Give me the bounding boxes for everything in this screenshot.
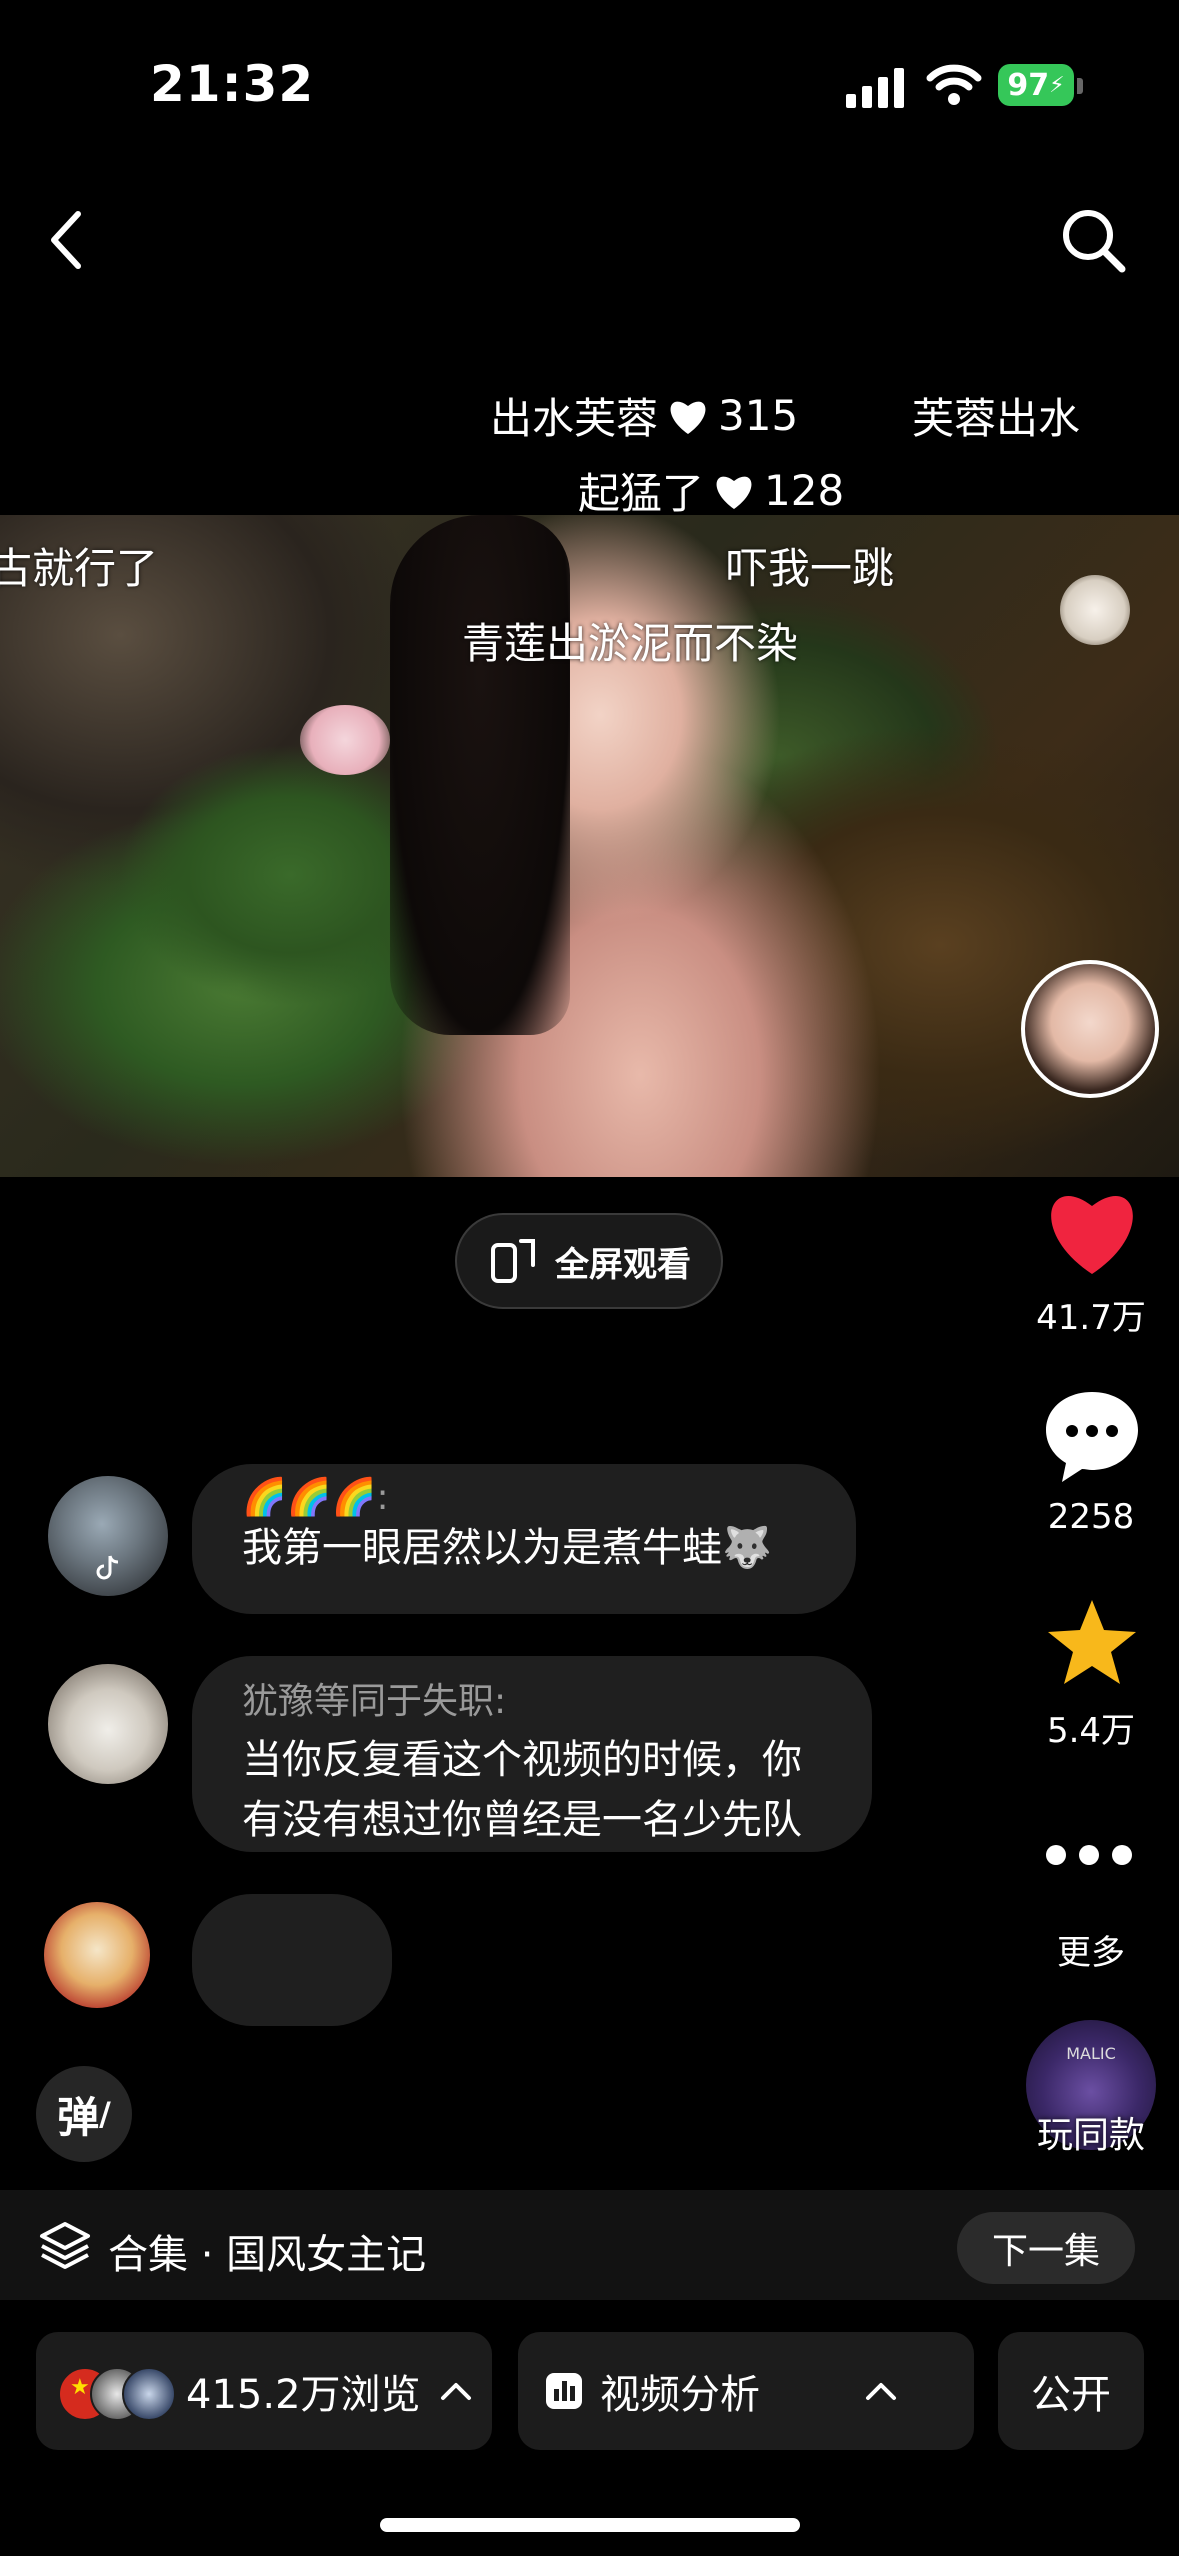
- comment-text-line: 有没有想过你曾经是一名少先队: [242, 1797, 802, 1843]
- danmaku-likes: 128: [764, 466, 845, 515]
- views-button[interactable]: ★ 415.2万浏览: [36, 2332, 492, 2450]
- like-count: 41.7万: [1036, 1298, 1146, 1338]
- comment-bubble-placeholder: [192, 1894, 392, 2026]
- like-heart-icon[interactable]: [1042, 1186, 1142, 1276]
- battery-level: 97: [1007, 67, 1050, 103]
- viewer-avatars: ★: [58, 2363, 178, 2421]
- charging-bolt-icon: ⚡: [1049, 72, 1065, 98]
- danmaku-toggle-button[interactable]: 弹 /: [36, 2066, 132, 2162]
- fullscreen-label: 全屏观看: [555, 1244, 691, 1285]
- battery-nub: [1077, 78, 1083, 94]
- danmaku-text: 芙蓉出水: [912, 394, 1081, 443]
- analysis-label: 视频分析: [600, 2372, 760, 2418]
- next-episode-button[interactable]: 下一集: [957, 2212, 1135, 2284]
- danmaku-item: 芙蓉出水: [912, 385, 1080, 446]
- wifi-icon: [926, 64, 982, 105]
- favorite-star-icon[interactable]: [1044, 1596, 1140, 1688]
- danmaku-text: 古就行了: [0, 544, 159, 593]
- danmaku-text: 青莲出淤泥而不染: [462, 619, 799, 668]
- bar-chart-icon: [546, 2373, 582, 2409]
- heart-icon: [670, 401, 706, 434]
- video-lotus: [1060, 575, 1130, 645]
- danmaku-item: 吓我一跳: [726, 535, 894, 596]
- comment-avatar[interactable]: [48, 1476, 168, 1596]
- more-dots-icon[interactable]: [1044, 1840, 1134, 1870]
- visibility-button[interactable]: 公开: [998, 2332, 1144, 2450]
- chevron-up-icon: [866, 2383, 896, 2400]
- danmaku-item: 出水芙蓉 315: [490, 385, 798, 446]
- comment-text: 我第一眼居然以为是煮牛蛙🐺: [242, 1525, 772, 1571]
- cellular-signal-icon: [846, 68, 904, 108]
- home-indicator[interactable]: [380, 2518, 800, 2532]
- status-time: 21:32: [150, 55, 315, 113]
- template-badge: MALIC: [1066, 2044, 1116, 2063]
- danmaku-text: 出水芙蓉: [490, 394, 659, 443]
- danmaku-item: 古就行了: [0, 535, 158, 596]
- back-chevron-icon[interactable]: [46, 210, 86, 270]
- video-analysis-button[interactable]: 视频分析: [518, 2332, 974, 2450]
- next-episode-label: 下一集: [991, 2231, 1100, 2272]
- more-label[interactable]: 更多: [1016, 1925, 1166, 1974]
- fullscreen-button[interactable]: 全屏观看: [455, 1213, 723, 1309]
- creator-avatar[interactable]: [1021, 960, 1159, 1098]
- video-flower: [300, 705, 390, 775]
- search-icon[interactable]: [1058, 205, 1128, 275]
- chevron-up-icon: [440, 2383, 471, 2400]
- comment-text-line: 当你反复看这个视频的时候，你: [242, 1737, 802, 1783]
- danmaku-text: 吓我一跳: [726, 544, 895, 593]
- danmaku-likes: 315: [718, 391, 799, 440]
- tiktok-badge-icon: [96, 1555, 119, 1580]
- rotate-screen-icon: [491, 1239, 535, 1283]
- collection-title[interactable]: 合集 · 国风女主记: [108, 2222, 426, 2280]
- comment-bubble-icon[interactable]: [1042, 1386, 1142, 1486]
- video-figure-hair: [390, 515, 570, 1035]
- comment-author: 犹豫等同于失职:: [242, 1681, 507, 1722]
- comment-author: 🌈🌈🌈:: [242, 1477, 389, 1518]
- visibility-label: 公开: [1031, 2372, 1111, 2418]
- danmaku-item: 青莲出淤泥而不染: [462, 610, 798, 671]
- comment-bubble[interactable]: 犹豫等同于失职: 当你反复看这个视频的时候，你 有没有想过你曾经是一名少先队: [192, 1656, 872, 1852]
- comment-count: 2258: [1047, 1497, 1135, 1537]
- comment-avatar[interactable]: [48, 1664, 168, 1784]
- layers-icon: [40, 2222, 90, 2269]
- viewer-avatar: [122, 2367, 176, 2421]
- comment-avatar[interactable]: [44, 1902, 150, 2008]
- heart-icon: [716, 476, 752, 509]
- danmaku-slash-icon: /: [99, 2095, 111, 2133]
- template-label[interactable]: 玩同款: [1016, 2106, 1166, 2158]
- comment-bubble[interactable]: 🌈🌈🌈: 我第一眼居然以为是煮牛蛙🐺: [192, 1464, 856, 1614]
- danmaku-toggle-label: 弹: [57, 2092, 100, 2142]
- battery-indicator: 97 ⚡: [998, 64, 1074, 106]
- danmaku-text: 起猛了: [578, 469, 705, 518]
- danmaku-item: 起猛了 128: [578, 460, 844, 521]
- favorite-count: 5.4万: [1046, 1711, 1136, 1751]
- view-count: 415.2万浏览: [186, 2372, 421, 2418]
